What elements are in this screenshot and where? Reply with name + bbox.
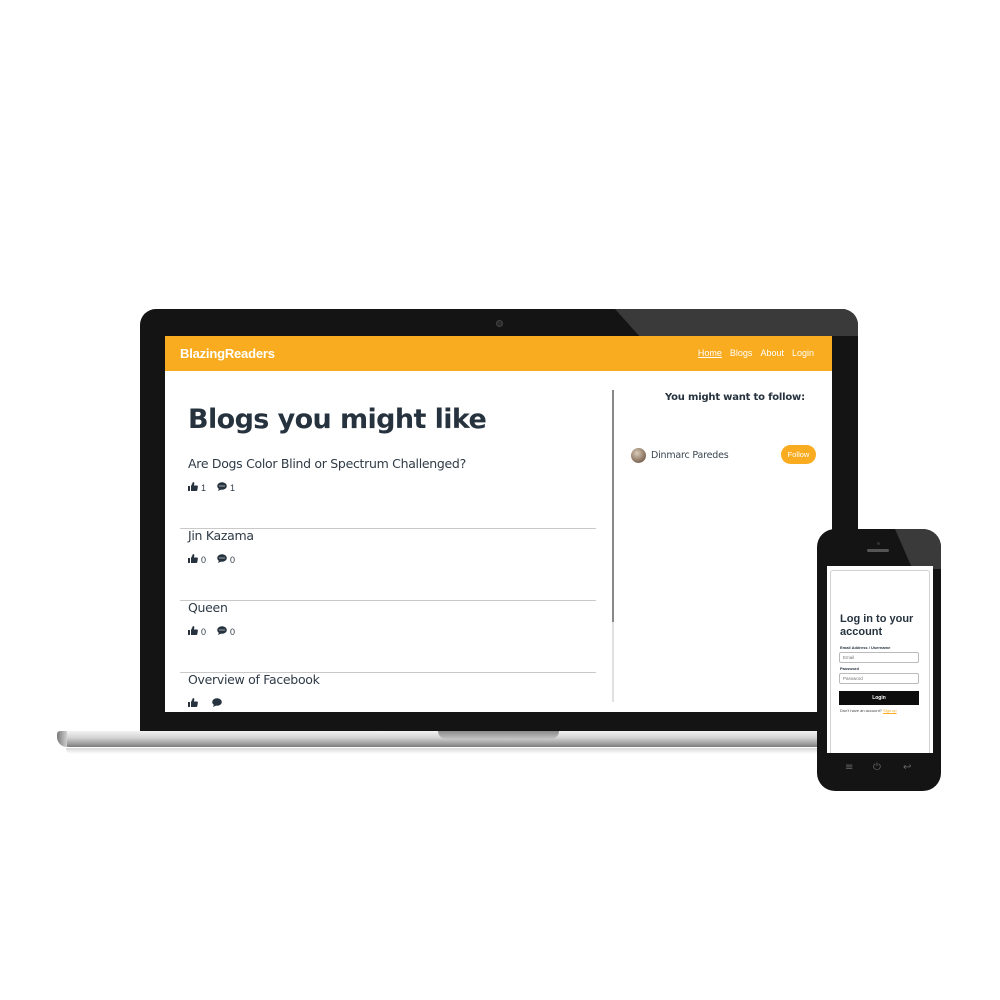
blog-item: Overview of Facebook — [180, 672, 596, 712]
email-field[interactable] — [839, 652, 919, 663]
nav-links: Home Blogs About Login — [698, 348, 814, 358]
phone-camera — [877, 542, 880, 545]
comment-icon[interactable] — [217, 554, 227, 565]
laptop-base-edge — [57, 731, 67, 747]
avatar[interactable] — [631, 448, 646, 463]
like-count: 0 — [201, 554, 207, 565]
login-title: Log in to your account — [840, 613, 914, 638]
nav-blogs[interactable]: Blogs — [730, 348, 753, 358]
signup-line: Don't have an account? Sign up — [840, 708, 897, 713]
navbar: BlazingReaders Home Blogs About Login — [165, 336, 832, 371]
signup-link[interactable]: Sign up — [883, 708, 897, 713]
thumbs-up-icon[interactable] — [188, 554, 198, 565]
comment-icon[interactable] — [217, 482, 227, 493]
laptop-lid-reflection — [615, 309, 858, 336]
power-icon[interactable]: ⏻ — [873, 762, 881, 773]
blog-item-meta — [188, 698, 236, 709]
phone-hardware-keys: ≡ ⏻ ↩ — [817, 762, 941, 776]
password-field[interactable] — [839, 673, 919, 684]
comment-count: 0 — [230, 626, 236, 637]
thumbs-up-icon[interactable] — [188, 482, 198, 493]
nav-login[interactable]: Login — [792, 348, 814, 358]
email-label: Email Address / Username — [840, 645, 891, 650]
blog-item-title[interactable]: Queen — [188, 600, 228, 615]
follow-user-name[interactable]: Dinmarc Paredes — [651, 450, 729, 461]
phone-screen: Log in to your account Email Address / U… — [827, 566, 933, 753]
laptop-screen: BlazingReaders Home Blogs About Login Bl… — [165, 336, 832, 712]
like-count: 1 — [201, 482, 207, 493]
follow-button[interactable]: Follow — [781, 445, 816, 464]
blog-item: Are Dogs Color Blind or Spectrum Challen… — [180, 456, 596, 529]
comment-count: 1 — [230, 482, 236, 493]
signup-prompt: Don't have an account? — [840, 708, 882, 713]
column-divider-lower — [612, 622, 614, 702]
page-title: Blogs you might like — [188, 404, 487, 435]
blog-item: Queen 0 0 — [180, 600, 596, 673]
blog-item-meta: 0 0 — [188, 554, 246, 565]
laptop-opening-notch — [438, 731, 559, 739]
comment-icon[interactable] — [212, 698, 222, 709]
blog-item: Jin Kazama 0 0 — [180, 528, 596, 601]
back-icon[interactable]: ↩ — [903, 762, 911, 773]
login-button[interactable]: Login — [839, 691, 919, 705]
laptop-camera — [496, 320, 503, 327]
laptop-shadow — [66, 748, 846, 754]
column-divider — [612, 390, 614, 622]
blog-item-meta: 1 1 — [188, 482, 246, 493]
follow-heading: You might want to follow: — [665, 392, 805, 403]
thumbs-up-icon[interactable] — [188, 626, 198, 637]
blog-item-title[interactable]: Jin Kazama — [188, 528, 254, 543]
blog-item-meta: 0 0 — [188, 626, 246, 637]
blog-item-title[interactable]: Overview of Facebook — [188, 672, 320, 687]
nav-about[interactable]: About — [760, 348, 784, 358]
like-count: 0 — [201, 626, 207, 637]
nav-home[interactable]: Home — [698, 348, 722, 358]
brand-logo[interactable]: BlazingReaders — [180, 346, 275, 361]
phone-speaker — [867, 549, 889, 552]
comment-count: 0 — [230, 554, 236, 565]
comment-icon[interactable] — [217, 626, 227, 637]
menu-icon[interactable]: ≡ — [845, 762, 853, 773]
blog-item-title[interactable]: Are Dogs Color Blind or Spectrum Challen… — [188, 456, 466, 471]
thumbs-up-icon[interactable] — [188, 698, 198, 709]
password-label: Password — [840, 666, 859, 671]
